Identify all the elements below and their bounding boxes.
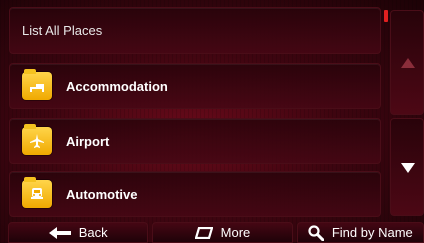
- airplane-icon: [22, 124, 52, 155]
- category-item-airport[interactable]: Airport: [9, 118, 381, 164]
- back-arrow-icon: [48, 226, 71, 239]
- list-all-places-button[interactable]: List All Places: [9, 7, 381, 54]
- bottom-toolbar: Back More Find by Name: [0, 222, 424, 243]
- back-label: Back: [78, 225, 108, 240]
- category-label: Automotive: [66, 186, 138, 202]
- more-button[interactable]: More: [152, 222, 293, 243]
- scroll-down-button[interactable]: [390, 118, 424, 216]
- arrow-up-icon: [401, 58, 415, 68]
- find-by-name-button[interactable]: Find by Name: [296, 222, 424, 243]
- bed-icon: [22, 69, 52, 100]
- category-item-accommodation[interactable]: Accommodation: [9, 63, 381, 109]
- find-by-name-label: Find by Name: [331, 225, 413, 240]
- list-all-places-label: List All Places: [22, 23, 103, 38]
- category-label: Airport: [66, 133, 110, 149]
- scroll-up-button[interactable]: [390, 10, 424, 115]
- scroll-position-indicator: [384, 10, 388, 22]
- back-button[interactable]: Back: [8, 222, 149, 243]
- search-icon: [308, 224, 324, 241]
- more-label: More: [220, 225, 251, 240]
- category-label: Accommodation: [66, 78, 168, 94]
- category-item-automotive[interactable]: Automotive: [9, 171, 381, 217]
- more-icon: [194, 226, 213, 239]
- car-icon: [22, 177, 52, 208]
- arrow-down-icon: [401, 163, 415, 173]
